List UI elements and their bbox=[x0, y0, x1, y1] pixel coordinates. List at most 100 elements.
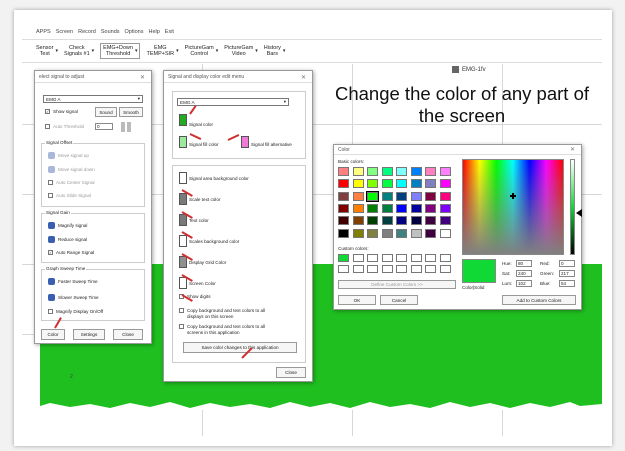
close-icon[interactable]: ✕ bbox=[140, 74, 145, 81]
basic-color-swatch[interactable] bbox=[439, 191, 451, 201]
toolbar-history-bars[interactable]: History Bars ▾ bbox=[264, 45, 286, 57]
color-button[interactable]: Color bbox=[41, 329, 65, 340]
basic-color-swatch[interactable] bbox=[396, 167, 407, 176]
toolbar-sensor-test[interactable]: Sensor Test ▾ bbox=[36, 45, 58, 57]
basic-color-swatch[interactable] bbox=[439, 216, 451, 226]
basic-color-swatch[interactable] bbox=[410, 167, 422, 176]
luminance-slider[interactable] bbox=[570, 159, 575, 255]
red-field[interactable]: 0 bbox=[559, 260, 575, 267]
custom-color-swatch[interactable] bbox=[352, 264, 364, 273]
basic-color-swatch[interactable] bbox=[367, 216, 378, 226]
basic-color-swatch[interactable] bbox=[338, 216, 349, 226]
custom-color-swatch[interactable] bbox=[410, 254, 422, 262]
menu-sounds[interactable]: Sounds bbox=[101, 29, 120, 35]
basic-color-swatch[interactable] bbox=[396, 179, 407, 189]
basic-color-swatch[interactable] bbox=[352, 203, 364, 213]
basic-color-swatch[interactable] bbox=[410, 228, 422, 238]
settings-button[interactable]: Settings bbox=[73, 329, 105, 340]
basic-color-swatch[interactable] bbox=[338, 191, 349, 201]
basic-color-swatch[interactable] bbox=[425, 203, 436, 213]
basic-color-swatch[interactable] bbox=[367, 203, 378, 213]
sat-field[interactable]: 240 bbox=[516, 270, 532, 277]
basic-color-swatch[interactable] bbox=[439, 179, 451, 189]
auto-range-checkbox[interactable]: ✓ Auto Range Signal bbox=[48, 250, 94, 255]
color-spectrum[interactable] bbox=[462, 159, 564, 255]
custom-color-swatch[interactable] bbox=[425, 254, 436, 262]
toolbar-picturegam-control[interactable]: PictureGam Control ▾ bbox=[185, 45, 219, 57]
basic-color-swatch[interactable] bbox=[410, 191, 422, 201]
basic-color-swatch[interactable] bbox=[381, 179, 393, 189]
custom-color-swatch[interactable] bbox=[396, 264, 407, 273]
smooth-button[interactable]: Smooth bbox=[119, 107, 143, 117]
custom-color-swatch[interactable] bbox=[439, 264, 451, 273]
custom-color-swatch[interactable] bbox=[367, 254, 378, 262]
basic-color-swatch[interactable] bbox=[338, 228, 349, 238]
channel-select[interactable]: EMG A ▾ bbox=[43, 95, 143, 103]
green-field[interactable]: 217 bbox=[559, 270, 575, 277]
basic-color-swatch[interactable] bbox=[439, 167, 451, 176]
basic-color-swatch[interactable] bbox=[425, 228, 436, 238]
custom-color-swatch[interactable] bbox=[425, 264, 436, 273]
show-signal-checkbox[interactable]: ✓ Show signal bbox=[45, 109, 78, 114]
basic-color-swatch[interactable] bbox=[367, 228, 378, 238]
basic-color-swatch[interactable] bbox=[352, 179, 364, 189]
move-down-button[interactable]: Move signal down bbox=[48, 166, 95, 173]
close-button[interactable]: Close bbox=[276, 367, 306, 378]
menu-options[interactable]: Options bbox=[125, 29, 144, 35]
custom-color-swatch[interactable] bbox=[338, 254, 349, 262]
basic-color-swatch[interactable] bbox=[367, 167, 378, 176]
signal-color-swatch[interactable] bbox=[179, 114, 187, 126]
basic-color-swatch[interactable] bbox=[425, 179, 436, 189]
custom-color-swatch[interactable] bbox=[352, 254, 364, 262]
save-colors-button[interactable]: Save color changes to this application bbox=[183, 342, 297, 353]
menu-screen[interactable]: Screen bbox=[56, 29, 73, 35]
ok-button[interactable]: OK bbox=[338, 295, 376, 305]
close-icon[interactable]: ✕ bbox=[570, 146, 575, 153]
menu-apps[interactable]: APPS bbox=[36, 29, 51, 35]
menu-exit[interactable]: Exit bbox=[165, 29, 174, 35]
slower-sweep-button[interactable]: Slower Sweep Time bbox=[48, 294, 99, 301]
basic-color-swatch[interactable] bbox=[338, 167, 349, 176]
basic-color-swatch[interactable] bbox=[396, 228, 407, 238]
custom-color-swatch[interactable] bbox=[338, 264, 349, 273]
magnify-display-checkbox[interactable]: Magnify Display On/Off bbox=[48, 309, 103, 314]
blue-field[interactable]: 54 bbox=[559, 280, 575, 287]
custom-color-swatch[interactable] bbox=[396, 254, 407, 262]
auto-slide-checkbox[interactable]: Auto Slide Signal bbox=[48, 193, 91, 198]
basic-color-swatch[interactable] bbox=[396, 216, 407, 226]
close-button[interactable]: Close bbox=[113, 329, 143, 340]
stepper-down-icon[interactable] bbox=[127, 122, 131, 132]
reduce-signal-button[interactable]: Reduce signal bbox=[48, 236, 87, 243]
custom-color-swatch[interactable] bbox=[439, 254, 451, 262]
auto-threshold-checkbox[interactable]: Auto Threshold bbox=[45, 124, 84, 129]
add-custom-color-button[interactable]: Add to Custom Colors bbox=[502, 295, 576, 305]
threshold-field[interactable]: 0 bbox=[95, 123, 113, 130]
basic-color-swatch[interactable] bbox=[410, 203, 422, 213]
hue-field[interactable]: 80 bbox=[516, 260, 532, 267]
basic-color-swatch[interactable] bbox=[439, 203, 451, 213]
menu-record[interactable]: Record bbox=[78, 29, 96, 35]
basic-color-swatch[interactable] bbox=[396, 203, 407, 213]
basic-color-swatch[interactable] bbox=[410, 216, 422, 226]
toolbar-emg-down-threshold[interactable]: EMG+Down Threshold ▾ bbox=[100, 43, 141, 59]
magnify-signal-button[interactable]: Magnify signal bbox=[48, 222, 87, 229]
basic-color-swatch[interactable] bbox=[381, 203, 393, 213]
sound-button[interactable]: Sound bbox=[95, 107, 117, 117]
copy-to-displays-checkbox[interactable]: Copy background and text colors to all di… bbox=[179, 308, 265, 319]
auto-center-checkbox[interactable]: Auto Center Signal bbox=[48, 180, 95, 185]
slider-pointer-icon[interactable] bbox=[576, 209, 582, 217]
basic-color-swatch[interactable] bbox=[381, 167, 393, 176]
move-up-button[interactable]: Move signal up bbox=[48, 152, 89, 159]
signal-fill-alt-swatch[interactable] bbox=[241, 136, 249, 148]
define-custom-colors-button[interactable]: Define Custom Colors >> bbox=[338, 280, 456, 289]
basic-color-swatch[interactable] bbox=[396, 191, 407, 201]
basic-color-swatch[interactable] bbox=[338, 179, 349, 189]
lum-field[interactable]: 102 bbox=[516, 280, 532, 287]
copy-to-screens-checkbox[interactable]: Copy background and text colors to all sc… bbox=[179, 324, 265, 335]
basic-color-swatch[interactable] bbox=[352, 216, 364, 226]
basic-color-swatch[interactable] bbox=[425, 167, 436, 176]
basic-color-swatch[interactable] bbox=[352, 167, 364, 176]
basic-color-swatch[interactable] bbox=[425, 216, 436, 226]
basic-color-swatch[interactable] bbox=[381, 191, 393, 201]
menu-help[interactable]: Help bbox=[148, 29, 159, 35]
